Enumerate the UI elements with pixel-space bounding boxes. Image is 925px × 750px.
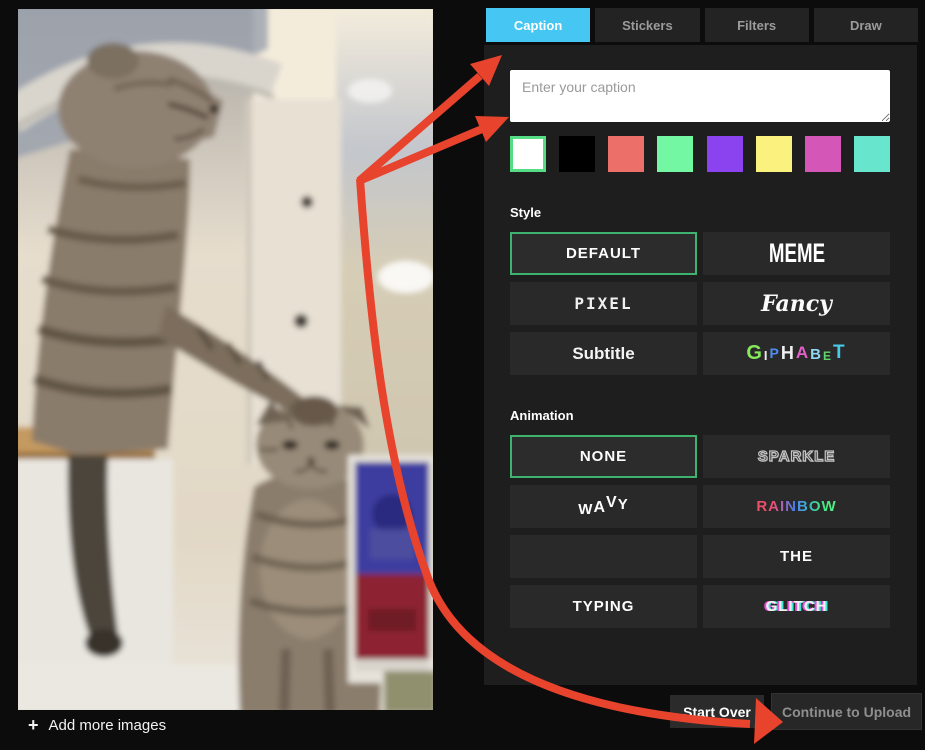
animation-option-typing[interactable]: TYPING — [510, 585, 697, 628]
animation-section-label: Animation — [510, 409, 890, 423]
animation-option-typing-label: TYPING — [573, 598, 635, 615]
start-over-button[interactable]: Start Over — [670, 695, 764, 728]
style-section-label: Style — [510, 206, 890, 220]
animation-option-none[interactable]: NONE — [510, 435, 697, 478]
animation-option-zoom[interactable]: THE — [703, 535, 890, 578]
tab-stickers[interactable]: Stickers — [595, 8, 699, 42]
style-option-pixel-label: PIXEL — [574, 294, 632, 313]
style-option-subtitle[interactable]: Subtitle — [510, 332, 697, 375]
plus-icon: + — [28, 716, 39, 734]
style-option-fancy[interactable]: Fancy — [703, 282, 890, 325]
style-option-default[interactable]: DEFAULT — [510, 232, 697, 275]
tab-draw[interactable]: Draw — [814, 8, 918, 42]
color-swatch-purple[interactable] — [707, 136, 743, 172]
gif-caption-editor: + Add more images Caption Stickers Filte… — [0, 0, 925, 750]
color-swatch-salmon[interactable] — [608, 136, 644, 172]
color-swatch-black[interactable] — [559, 136, 595, 172]
style-option-pixel[interactable]: PIXEL — [510, 282, 697, 325]
animation-option-glitch[interactable]: GLITCH — [703, 585, 890, 628]
add-more-images-button[interactable]: + Add more images — [28, 716, 166, 734]
editor-tabs: Caption Stickers Filters Draw — [486, 8, 918, 42]
caption-color-swatches — [510, 136, 890, 172]
animation-option-zoom-label: THE — [780, 548, 813, 565]
animation-option-wavy-label: WAVY — [578, 498, 628, 516]
color-swatch-green[interactable] — [657, 136, 693, 172]
tab-filters[interactable]: Filters — [705, 8, 809, 42]
style-option-subtitle-label: Subtitle — [572, 344, 634, 364]
color-swatch-yellow[interactable] — [756, 136, 792, 172]
animation-option-wavy[interactable]: WAVY — [510, 485, 697, 528]
style-option-giphabet-label: GIPHABET — [746, 342, 846, 365]
color-swatch-white[interactable] — [510, 136, 546, 172]
animation-option-rainbow-label: RAINBOW — [756, 498, 836, 515]
continue-to-upload-button[interactable]: Continue to Upload — [771, 693, 922, 730]
style-option-default-label: DEFAULT — [566, 245, 641, 262]
style-option-meme[interactable]: MEME — [703, 232, 890, 275]
animation-option-empty[interactable] — [510, 535, 697, 578]
animation-option-none-label: NONE — [580, 448, 627, 465]
caption-input[interactable] — [510, 70, 890, 122]
color-swatch-teal[interactable] — [854, 136, 890, 172]
gif-preview-canvas[interactable] — [18, 9, 433, 710]
add-more-images-label: Add more images — [49, 717, 167, 734]
style-option-giphabet[interactable]: GIPHABET — [703, 332, 890, 375]
caption-panel: Style DEFAULT MEME PIXEL Fancy Subtitle … — [484, 45, 917, 685]
animation-option-sparkle-label: SPARKLE — [758, 448, 836, 465]
style-option-meme-label: MEME — [768, 238, 824, 269]
cats-gif-image — [18, 9, 433, 710]
animation-option-glitch-label: GLITCH — [766, 598, 828, 615]
color-swatch-magenta[interactable] — [805, 136, 841, 172]
animation-options: NONE SPARKLE WAVY RAINBOW THE TYPING GLI… — [510, 435, 890, 628]
animation-option-rainbow[interactable]: RAINBOW — [703, 485, 890, 528]
style-option-fancy-label: Fancy — [761, 291, 832, 317]
animation-option-sparkle[interactable]: SPARKLE — [703, 435, 890, 478]
style-options: DEFAULT MEME PIXEL Fancy Subtitle GIPHAB… — [510, 232, 890, 375]
tab-caption[interactable]: Caption — [486, 8, 590, 42]
